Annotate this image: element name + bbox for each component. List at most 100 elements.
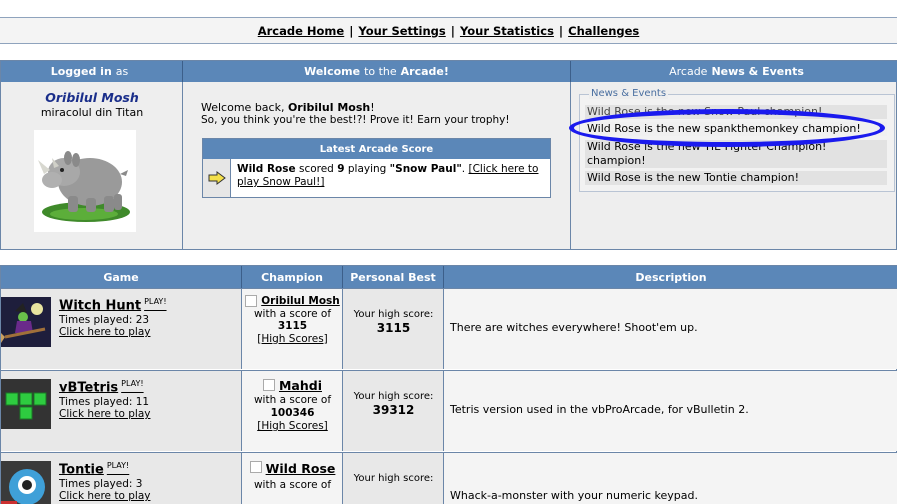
news-item: Wild Rose is the new TIE Fighter Champio… [585, 140, 887, 168]
header-text: Arcade [669, 65, 708, 78]
welcome-panel: Welcome back, Oribilul Mosh! So, you thi… [183, 82, 571, 249]
play-link[interactable]: Click here to play [59, 408, 150, 420]
nav-separator: | [450, 23, 455, 38]
column-header-description: Description [444, 266, 897, 288]
game-title-link[interactable]: vBTetris PLAY! [59, 379, 144, 395]
times-played: Times played: 11 [59, 396, 149, 408]
latest-scored-word: scored [298, 163, 334, 175]
play-tag: PLAY! [121, 379, 144, 388]
play-tag: PLAY! [106, 461, 130, 470]
game-title[interactable]: vBTetris [59, 380, 118, 395]
play-link[interactable]: Click here to play [59, 326, 150, 338]
news-item: Wild Rose is the new Tontie champion! [585, 171, 887, 185]
nav-arcade-home[interactable]: Arcade Home [258, 24, 345, 38]
column-header-personal-best: Personal Best [343, 266, 444, 288]
latest-score-title: Latest Arcade Score [203, 139, 550, 159]
high-scores-link[interactable]: [High Scores] [257, 420, 328, 432]
nav-your-settings[interactable]: Your Settings [358, 24, 445, 38]
witch-hunt-thumbnail[interactable] [1, 297, 51, 347]
game-title-link[interactable]: Tontie PLAY! [59, 461, 129, 477]
game-title[interactable]: Witch Hunt [59, 298, 141, 313]
user-title: miracolul din Titan [40, 106, 144, 119]
welcome-suffix: ! [370, 101, 375, 114]
champion-cell: Mahdi with a score of 100346 [High Score… [242, 371, 343, 451]
personal-best-cell: Your high score: 39312 [343, 371, 444, 451]
high-scores-link[interactable]: [High Scores] [257, 333, 328, 345]
description-cell: Tetris version used in the vbProArcade, … [444, 371, 897, 451]
trophy-icon [245, 295, 258, 307]
game-description: Whack-a-monster with your numeric keypad… [450, 489, 699, 502]
description-cell: There are witches everywhere! Shoot'em u… [444, 289, 897, 369]
personal-best-value: 3115 [376, 321, 411, 335]
column-header-game: Game [1, 266, 242, 288]
times-label: Times played: [59, 314, 133, 326]
welcome-prefix: Welcome back, [201, 101, 285, 114]
with-score-label: with a score of [253, 307, 332, 320]
latest-score-value: 9 [337, 163, 345, 175]
times-label: Times played: [59, 396, 133, 408]
champion-name[interactable]: Mahdi [279, 378, 322, 393]
vbtetris-thumbnail[interactable] [1, 379, 51, 429]
news-legend: News & Events [589, 88, 669, 99]
personal-best-value: 39312 [372, 403, 415, 417]
latest-game-name: "Snow Paul" [389, 163, 462, 175]
personal-best-cell: Your high score: [343, 453, 444, 504]
tontie-thumbnail[interactable] [1, 461, 51, 504]
times-played: Times played: 23 [59, 314, 149, 326]
times-value: 23 [135, 314, 150, 326]
your-high-label: Your high score: [353, 309, 434, 320]
game-title[interactable]: Tontie [59, 462, 104, 477]
times-label: Times played: [59, 478, 133, 490]
latest-score-box: Latest Arcade Score Wild Rose scored 9 p… [202, 138, 551, 198]
logged-in-header: Logged in as [1, 61, 183, 82]
table-row: Witch Hunt PLAY! Times played: 23 Click h… [1, 288, 897, 369]
nav-separator: | [349, 23, 354, 38]
nav-your-statistics[interactable]: Your Statistics [460, 24, 554, 38]
times-value: 3 [135, 478, 143, 490]
your-high-label: Your high score: [353, 473, 434, 484]
champion-name[interactable]: Wild Rose [266, 461, 336, 476]
rhino-avatar [34, 130, 136, 232]
champion-score: 100346 [270, 407, 315, 419]
arcade-nav-bar: Arcade Home | Your Settings | Your Stati… [0, 17, 897, 44]
game-cell: Witch Hunt PLAY! Times played: 23 Click h… [1, 289, 242, 369]
user-panel: Oribilul Mosh miracolul din Titan [1, 82, 183, 249]
username-link[interactable]: Oribilul Mosh [1, 90, 183, 105]
welcome-username: Oribilul Mosh [287, 101, 371, 114]
times-played: Times played: 3 [59, 478, 142, 490]
arcade-panels: Logged in as Welcome to the Arcade! Arca… [0, 60, 897, 250]
with-score-label: with a score of [253, 394, 332, 406]
game-description: Tetris version used in the vbProArcade, … [450, 403, 749, 416]
game-cell: Tontie PLAY! Times played: 3 Click here t… [1, 453, 242, 504]
tagline: So, you think you're the best!?! Prove i… [201, 114, 510, 126]
champion-score: 3115 [277, 320, 308, 332]
table-row: vBTetris PLAY! Times played: 11 Click her… [1, 370, 897, 451]
latest-playing-word: playing [347, 163, 387, 175]
header-text: Logged in [50, 65, 112, 78]
arrow-right-icon [203, 159, 231, 197]
header-text: Arcade! [400, 65, 449, 78]
header-text: to the [364, 65, 397, 78]
play-link[interactable]: Click here to play [59, 490, 150, 502]
news-header: Arcade News & Events [571, 61, 897, 82]
personal-best-cell: Your high score: 3115 [343, 289, 444, 369]
description-cell: Whack-a-monster with your numeric keypad… [444, 453, 897, 504]
your-high-label: Your high score: [353, 391, 434, 402]
champion-name[interactable]: Oribilul Mosh [261, 295, 340, 307]
play-tag: PLAY! [144, 297, 167, 306]
news-panel: News & Events Wild Rose is the new Snow … [571, 82, 897, 249]
with-score-label: with a score of [253, 479, 332, 491]
times-value: 11 [135, 396, 150, 408]
latest-score-text: Wild Rose scored 9 playing "Snow Paul". … [237, 163, 539, 188]
nav-separator: | [558, 23, 564, 38]
header-text: Welcome [304, 65, 361, 78]
trophy-icon [262, 379, 275, 391]
nav-challenges[interactable]: Challenges [568, 24, 639, 38]
trophy-icon [249, 461, 262, 473]
welcome-back-text: Welcome back, Oribilul Mosh! [201, 101, 375, 114]
champion-cell: Oribilul Mosh with a score of 3115 [High… [242, 289, 343, 369]
game-cell: vBTetris PLAY! Times played: 11 Click her… [1, 371, 242, 451]
header-text: as [115, 65, 129, 78]
game-title-link[interactable]: Witch Hunt PLAY! [59, 297, 167, 313]
table-row: Tontie PLAY! Times played: 3 Click here t… [1, 452, 897, 504]
